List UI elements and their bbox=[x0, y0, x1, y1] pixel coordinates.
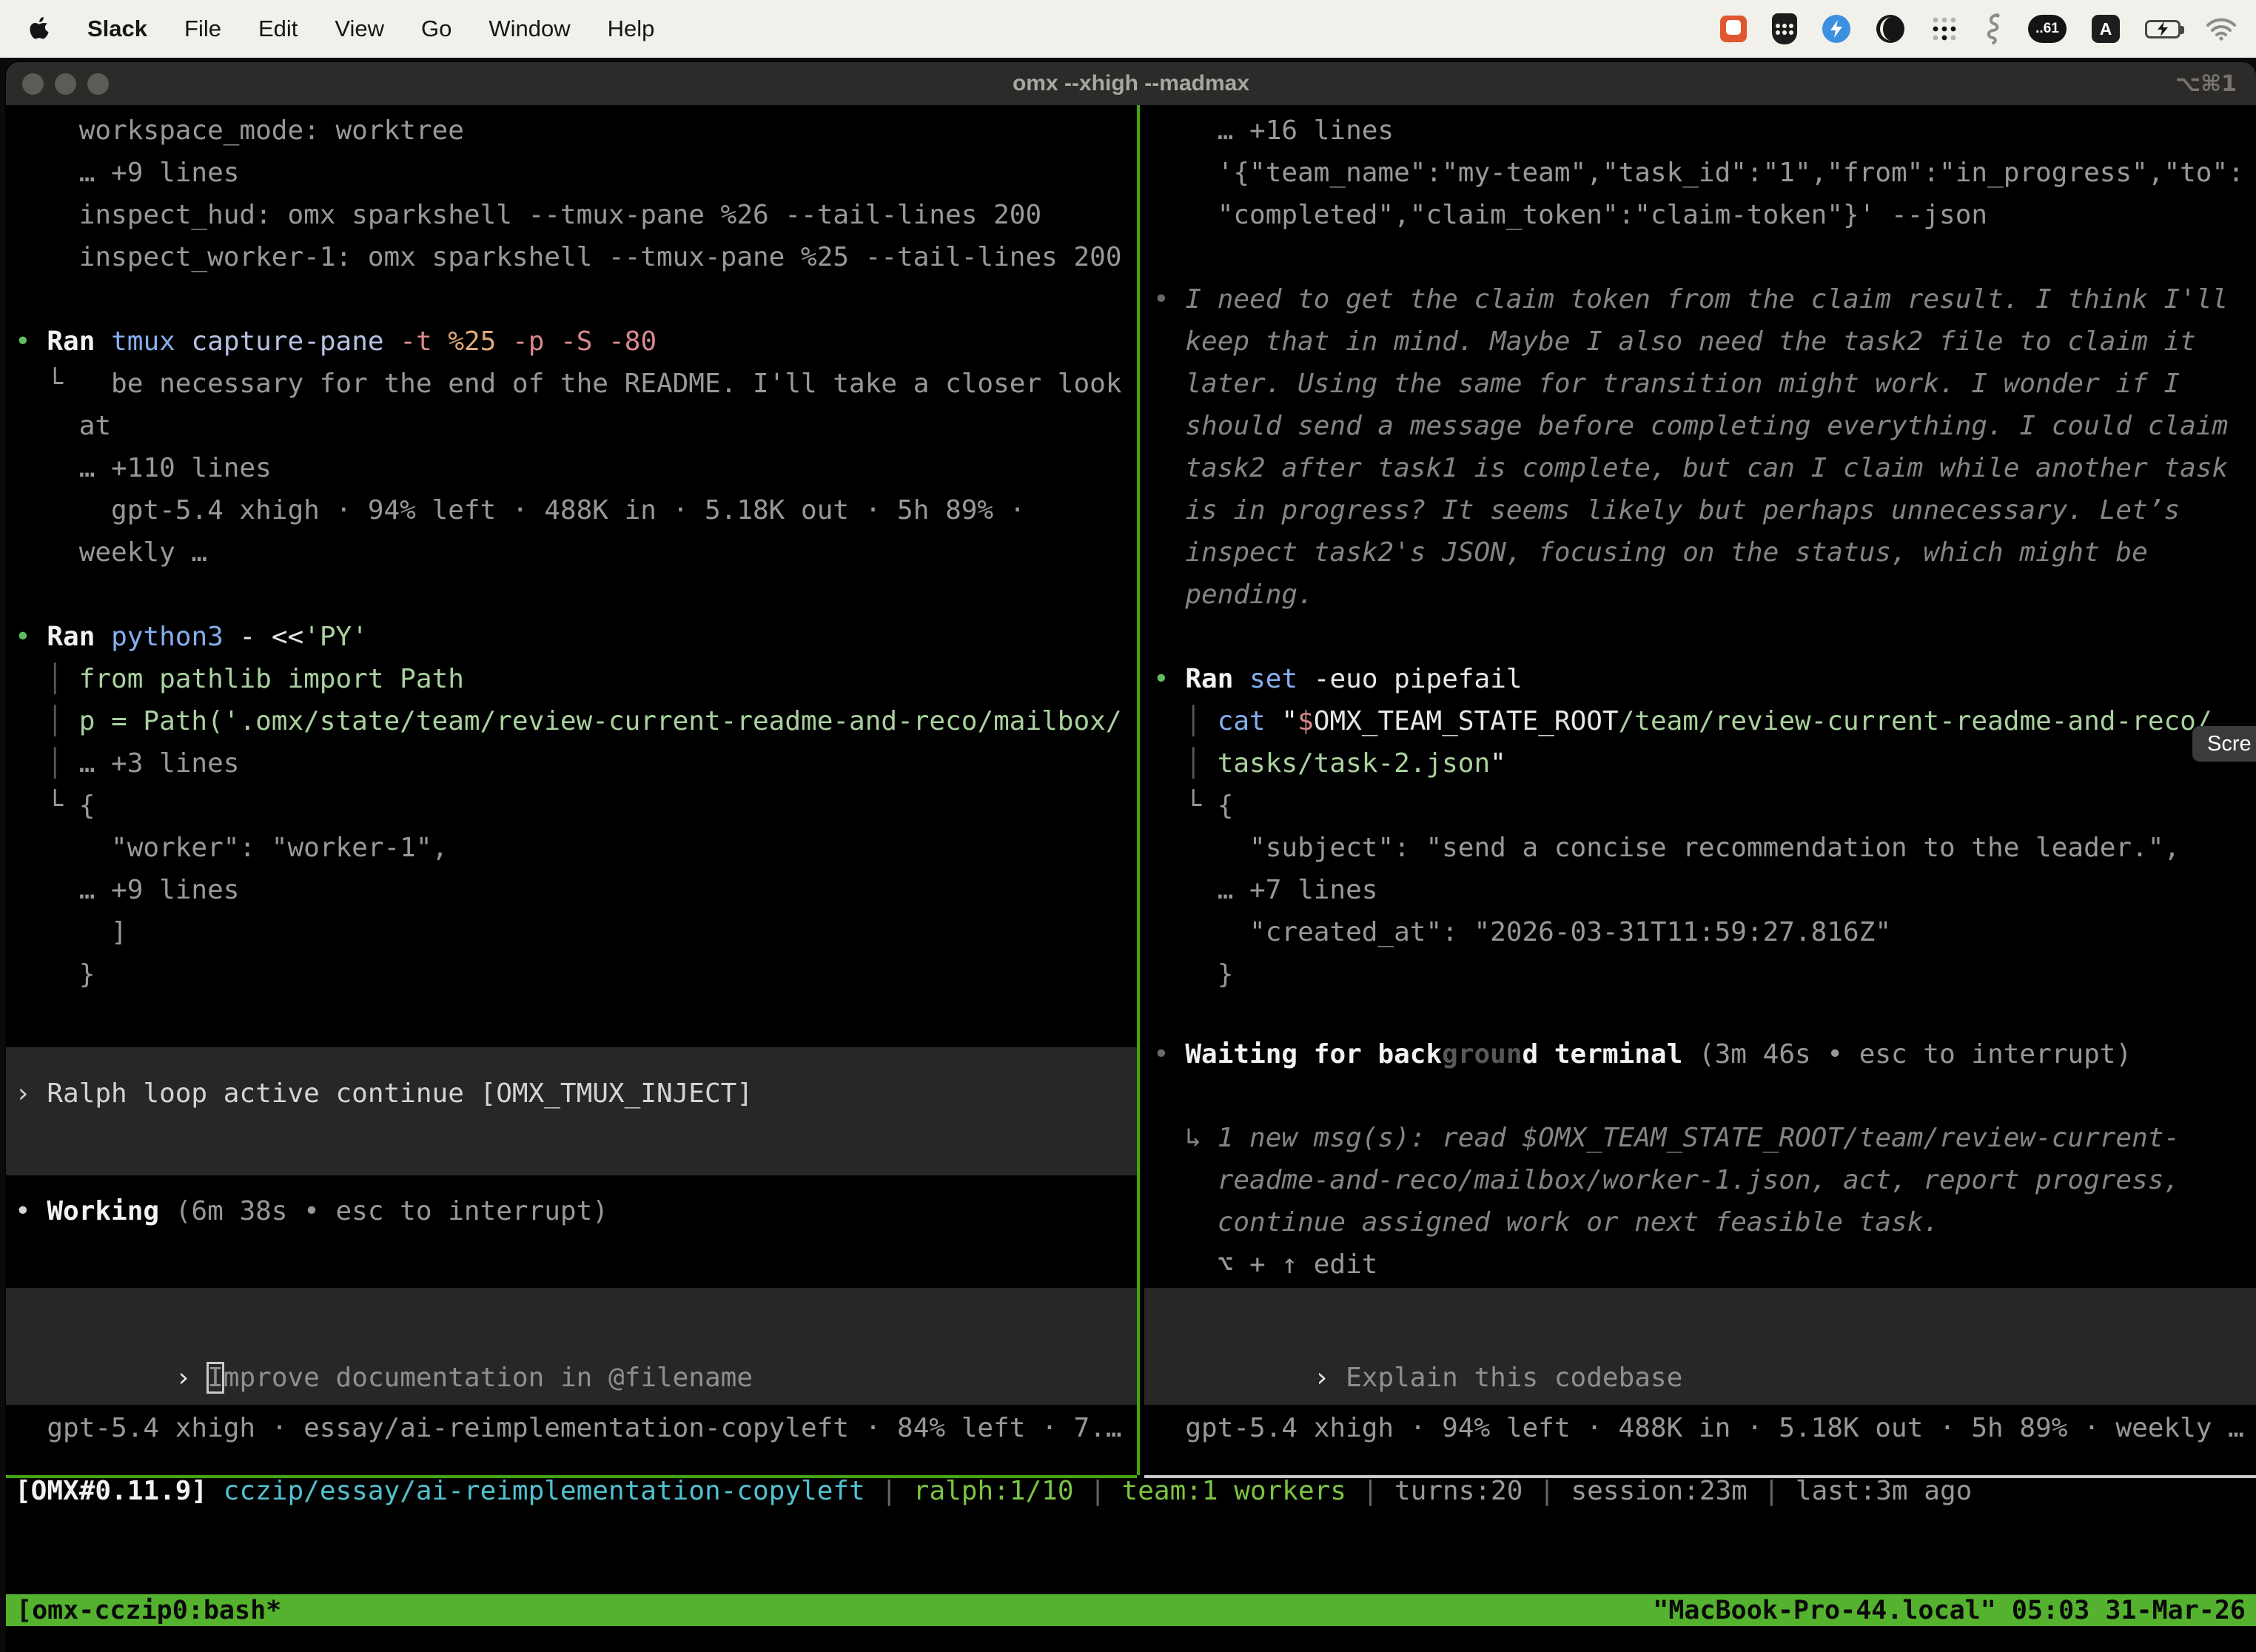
pane-divider-vertical[interactable] bbox=[1137, 105, 1140, 1475]
terminal-line: } bbox=[15, 953, 1137, 995]
terminal-line: is in progress? It seems likely but perh… bbox=[1153, 489, 2256, 531]
menu-item-window[interactable]: Window bbox=[489, 16, 570, 42]
terminal-line: ] bbox=[15, 911, 1137, 953]
right-input-placeholder[interactable]: Explain this codebase bbox=[1346, 1363, 1682, 1393]
terminal-line: [OMX#0.11.9] cczip/essay/ai-reimplementa… bbox=[15, 1470, 1972, 1512]
terminal-line: … +9 lines bbox=[15, 152, 1137, 194]
terminal-line: "completed","claim_token":"claim-token"}… bbox=[1153, 194, 2256, 236]
working-status-line: • Working (6m 38s • esc to interrupt) bbox=[15, 1190, 1137, 1232]
left-input-placeholder[interactable]: mprove documentation in @filename bbox=[224, 1363, 753, 1393]
terminal-line bbox=[15, 574, 1137, 616]
terminal-line: │ … +3 lines bbox=[15, 742, 1137, 785]
right-input-band[interactable]: › Explain this codebase bbox=[1144, 1288, 2256, 1405]
terminal-line: ↳ 1 new msg(s): read $OMX_TEAM_STATE_ROO… bbox=[1153, 1117, 2256, 1159]
terminal-line: └ { bbox=[15, 785, 1137, 827]
terminal-line: pending. bbox=[1153, 574, 2256, 616]
dragon-icon[interactable] bbox=[1984, 13, 2003, 44]
terminal-line: … +7 lines bbox=[1153, 869, 2256, 911]
tmux-pane-right[interactable]: … +16 lines '{"team_name":"my-team","tas… bbox=[1144, 105, 2256, 1475]
terminal-line: "created_at": "2026-03-31T11:59:27.816Z" bbox=[1153, 911, 2256, 953]
terminal-line: weekly … bbox=[15, 531, 1137, 574]
terminal-window: omx --xhigh --madmax ⌥⌘1 workspace_mode:… bbox=[6, 62, 2256, 1652]
window-titlebar[interactable]: omx --xhigh --madmax ⌥⌘1 bbox=[6, 62, 2256, 105]
terminal-line: inspect_hud: omx sparkshell --tmux-pane … bbox=[15, 194, 1137, 236]
terminal-line: │ tasks/task-2.json" bbox=[1153, 742, 2256, 785]
terminal-line: readme-and-reco/mailbox/worker-1.json, a… bbox=[1153, 1159, 2256, 1201]
menu-item-file[interactable]: File bbox=[184, 16, 221, 42]
terminal-line: │ cat "$OMX_TEAM_STATE_ROOT/team/review-… bbox=[1153, 700, 2256, 742]
battery-icon[interactable] bbox=[2145, 20, 2181, 38]
left-model-status-line: gpt-5.4 xhigh · essay/ai-reimplementatio… bbox=[15, 1407, 1137, 1449]
apple-menu-icon[interactable] bbox=[28, 16, 50, 41]
terminal-line: › Ralph loop active continue [OMX_TMUX_I… bbox=[6, 1072, 1137, 1115]
terminal-line: • I need to get the claim token from the… bbox=[1153, 278, 2256, 320]
terminal-line bbox=[15, 278, 1137, 320]
ralph-loop-band: › Ralph loop active continue [OMX_TMUX_I… bbox=[6, 1047, 1137, 1175]
tmux-status-bar: [omx-cczip0:bash* "MacBook-Pro-44.local"… bbox=[6, 1594, 2256, 1626]
moon-icon[interactable] bbox=[1876, 14, 1905, 44]
terminal-line: • Working (6m 38s • esc to interrupt) bbox=[15, 1190, 1137, 1232]
terminal-line: … +9 lines bbox=[15, 869, 1137, 911]
bolt-icon[interactable] bbox=[1822, 15, 1850, 43]
left-prompt-chevron: › bbox=[175, 1363, 207, 1393]
menu-item-go[interactable]: Go bbox=[421, 16, 451, 42]
menu-app-name[interactable]: Slack bbox=[87, 16, 147, 42]
mailbox-message-block: ↳ 1 new msg(s): read $OMX_TEAM_STATE_ROO… bbox=[1153, 1117, 2256, 1286]
terminal-line: later. Using the same for transition mig… bbox=[1153, 363, 2256, 405]
terminal-line: gpt-5.4 xhigh · 94% left · 488K in · 5.1… bbox=[15, 489, 1137, 531]
terminal-line: workspace_mode: worktree bbox=[15, 110, 1137, 152]
terminal-line: • Ran set -euo pipefail bbox=[1153, 658, 2256, 700]
terminal-line: └ { bbox=[1153, 785, 2256, 827]
terminal-line bbox=[1153, 236, 2256, 278]
screen-tooltip: Scre bbox=[2192, 726, 2256, 762]
terminal-line: inspect task2's JSON, focusing on the st… bbox=[1153, 531, 2256, 574]
right-model-status-line: gpt-5.4 xhigh · 94% left · 488K in · 5.1… bbox=[1153, 1407, 2256, 1449]
terminal-line: continue assigned work or next feasible … bbox=[1153, 1201, 2256, 1243]
terminal-line: • Waiting for background terminal (3m 46… bbox=[1153, 1033, 2256, 1075]
terminal-line: │ from pathlib import Path bbox=[15, 658, 1137, 700]
badge-61-icon[interactable]: ..61 bbox=[2028, 15, 2067, 43]
terminal-line: inspect_worker-1: omx sparkshell --tmux-… bbox=[15, 236, 1137, 278]
terminal-line: … +110 lines bbox=[15, 447, 1137, 489]
terminal-line: • Ran python3 - <<'PY' bbox=[15, 616, 1137, 658]
tmux-host-clock-label: "MacBook-Pro-44.local" 05:03 31-Mar-26 bbox=[1653, 1596, 2246, 1625]
terminal-line: } bbox=[1153, 953, 2256, 995]
terminal-line: gpt-5.4 xhigh · essay/ai-reimplementatio… bbox=[15, 1407, 1137, 1449]
terminal-line: "worker": "worker-1", bbox=[15, 827, 1137, 869]
left-input-cursor[interactable]: I bbox=[207, 1363, 224, 1393]
keyboard-layout-icon[interactable]: A bbox=[2092, 15, 2120, 43]
terminal-line: • Ran tmux capture-pane -t %25 -p -S -80 bbox=[15, 320, 1137, 363]
terminal-line: "subject": "send a concise recommendatio… bbox=[1153, 827, 2256, 869]
menu-bar: Slack File Edit View Go Window Help bbox=[0, 0, 2256, 58]
terminal-line: should send a message before completing … bbox=[1153, 405, 2256, 447]
right-pane-output: … +16 lines '{"team_name":"my-team","tas… bbox=[1153, 110, 2256, 995]
terminal-line: … +16 lines bbox=[1153, 110, 2256, 152]
right-prompt-chevron: › bbox=[1314, 1363, 1346, 1393]
left-pane-output: workspace_mode: worktree … +9 lines insp… bbox=[15, 110, 1137, 995]
shield-icon[interactable] bbox=[1772, 13, 1797, 44]
chat-icon[interactable] bbox=[1720, 16, 1747, 42]
omx-hud-status-line: [OMX#0.11.9] cczip/essay/ai-reimplementa… bbox=[15, 1470, 1972, 1512]
menu-item-view[interactable]: View bbox=[335, 16, 384, 42]
window-title: omx --xhigh --madmax bbox=[6, 71, 2256, 96]
terminal-line: gpt-5.4 xhigh · 94% left · 488K in · 5.1… bbox=[1153, 1407, 2256, 1449]
terminal-line: at bbox=[15, 405, 1137, 447]
menu-item-edit[interactable]: Edit bbox=[258, 16, 298, 42]
terminal-line: keep that in mind. Maybe I also need the… bbox=[1153, 320, 2256, 363]
tmux-pane-left[interactable]: workspace_mode: worktree … +9 lines insp… bbox=[6, 105, 1137, 1475]
wifi-icon[interactable] bbox=[2206, 17, 2237, 41]
terminal-line: task2 after task1 is complete, but can I… bbox=[1153, 447, 2256, 489]
tmux-session-label[interactable]: [omx-cczip0:bash* bbox=[16, 1596, 281, 1625]
terminal-content: workspace_mode: worktree … +9 lines insp… bbox=[6, 105, 2256, 1652]
dots-grid-icon[interactable] bbox=[1930, 15, 1958, 43]
terminal-line bbox=[1153, 616, 2256, 658]
waiting-status-line: • Waiting for background terminal (3m 46… bbox=[1153, 1033, 2256, 1075]
terminal-line: ⌥ + ↑ edit bbox=[1153, 1243, 2256, 1286]
terminal-line: '{"team_name":"my-team","task_id":"1","f… bbox=[1153, 152, 2256, 194]
menu-item-help[interactable]: Help bbox=[608, 16, 655, 42]
left-input-band[interactable]: › Improve documentation in @filename bbox=[6, 1288, 1137, 1405]
terminal-line: └ be necessary for the end of the README… bbox=[15, 363, 1137, 405]
terminal-line: │ p = Path('.omx/state/team/review-curre… bbox=[15, 700, 1137, 742]
